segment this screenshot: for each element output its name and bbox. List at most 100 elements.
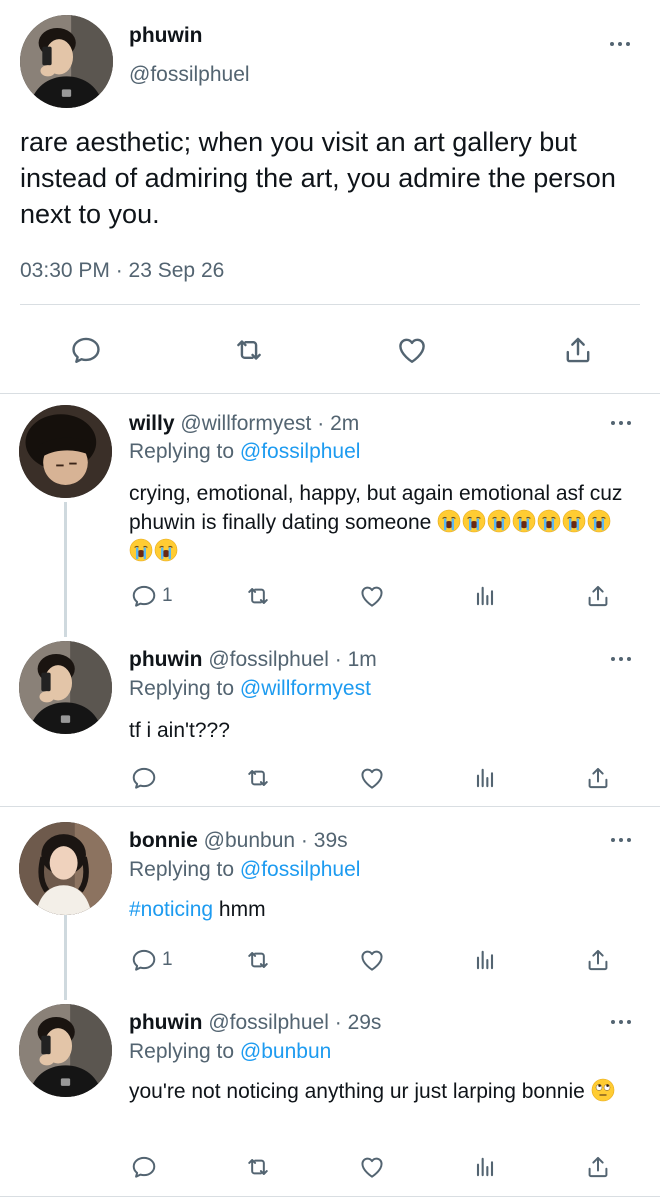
replying-to: Replying to @willformyest	[129, 677, 371, 701]
reply-header: phuwin @fossilphuel · 29s	[129, 1011, 381, 1035]
loudly-crying-face-emoji	[154, 538, 178, 562]
author-handle[interactable]: @fossilphuel	[129, 63, 250, 87]
author-name[interactable]: phuwin	[129, 24, 202, 48]
avatar[interactable]	[19, 822, 112, 915]
avatar[interactable]	[19, 641, 112, 734]
like-button[interactable]	[358, 1151, 386, 1183]
reply-icon	[130, 1153, 158, 1181]
reply-text: you're not noticing anything ur just lar…	[129, 1077, 634, 1106]
retweet-button[interactable]	[244, 944, 272, 976]
replying-to: Replying to @fossilphuel	[129, 440, 360, 464]
mention-link[interactable]: @willformyest	[240, 677, 371, 700]
reply-text-body: hmm	[213, 898, 266, 921]
author-handle[interactable]: @willformyest	[180, 412, 311, 435]
reply-button[interactable]	[130, 1151, 162, 1183]
reply-tweet[interactable]: willy @willformyest · 2m Replying to @fo…	[0, 405, 660, 617]
avatar[interactable]	[20, 15, 113, 108]
share-button[interactable]	[584, 1151, 612, 1183]
share-button[interactable]	[584, 580, 612, 612]
face-with-rolling-eyes-emoji	[591, 1078, 615, 1102]
replying-to-label: Replying to	[129, 858, 240, 881]
like-icon	[358, 1153, 386, 1181]
avatar[interactable]	[19, 405, 112, 498]
mention-link[interactable]: @fossilphuel	[240, 858, 361, 881]
separator-dot: ·	[334, 648, 342, 671]
reply-time[interactable]: 1m	[348, 648, 377, 671]
share-button[interactable]	[584, 944, 612, 976]
tweet-text: rare aesthetic; when you visit an art ga…	[20, 127, 616, 229]
stats-button[interactable]	[471, 1151, 499, 1183]
more-options-icon[interactable]	[608, 654, 634, 664]
stats-icon	[471, 946, 499, 974]
replying-to-label: Replying to	[129, 440, 240, 463]
retweet-button[interactable]	[244, 580, 272, 612]
reply-button[interactable]	[130, 762, 162, 794]
author-name[interactable]: bonnie	[129, 829, 198, 852]
author-name[interactable]: willy	[129, 412, 175, 435]
separator-dot: ·	[334, 1011, 342, 1034]
retweet-icon	[244, 1153, 272, 1181]
reply-tweet[interactable]: phuwin @fossilphuel · 29s Replying to @b…	[0, 1004, 660, 1191]
retweet-button[interactable]	[244, 762, 272, 794]
stats-button[interactable]	[471, 762, 499, 794]
more-options-icon[interactable]	[608, 1017, 634, 1027]
reply-time[interactable]: 39s	[314, 829, 348, 852]
retweet-button[interactable]	[244, 1151, 272, 1183]
share-icon	[584, 764, 612, 792]
like-icon	[358, 582, 386, 610]
loudly-crying-face-emoji	[562, 509, 586, 533]
author-name[interactable]: phuwin	[129, 1011, 202, 1034]
reply-button[interactable]: 1	[130, 580, 173, 612]
mention-link[interactable]: @bunbun	[240, 1040, 331, 1063]
loudly-crying-face-emoji	[512, 509, 536, 533]
reply-time[interactable]: 29s	[348, 1011, 382, 1034]
reply-header: willy @willformyest · 2m	[129, 412, 359, 436]
divider	[0, 393, 660, 394]
like-icon[interactable]	[392, 330, 432, 370]
replying-to: Replying to @fossilphuel	[129, 858, 360, 882]
reply-icon	[130, 582, 158, 610]
stats-icon	[471, 582, 499, 610]
reply-count: 1	[162, 585, 173, 606]
author-name[interactable]: phuwin	[129, 648, 202, 671]
like-button[interactable]	[358, 580, 386, 612]
hashtag-link[interactable]: #noticing	[129, 898, 213, 921]
loudly-crying-face-emoji	[587, 509, 611, 533]
author-handle[interactable]: @bunbun	[204, 829, 295, 852]
author-handle[interactable]: @fossilphuel	[208, 1011, 329, 1034]
retweet-icon[interactable]	[229, 330, 269, 370]
share-icon[interactable]	[558, 330, 598, 370]
tweet-timestamp[interactable]: 03:30 PM · 23 Sep 26	[20, 259, 224, 283]
more-options-icon[interactable]	[607, 39, 633, 49]
more-options-icon[interactable]	[608, 418, 634, 428]
share-button[interactable]	[584, 762, 612, 794]
reply-button[interactable]: 1	[130, 944, 173, 976]
like-button[interactable]	[358, 944, 386, 976]
stats-button[interactable]	[471, 944, 499, 976]
reply-icon	[130, 764, 158, 792]
avatar[interactable]	[19, 1004, 112, 1097]
replying-to: Replying to @bunbun	[129, 1040, 331, 1064]
reply-icon[interactable]	[66, 330, 106, 370]
divider	[0, 1196, 660, 1197]
reply-time[interactable]: 2m	[330, 412, 359, 435]
retweet-icon	[244, 582, 272, 610]
loudly-crying-face-emoji	[129, 538, 153, 562]
reply-icon	[130, 946, 158, 974]
replying-to-label: Replying to	[129, 1040, 240, 1063]
stats-button[interactable]	[471, 580, 499, 612]
reply-tweet[interactable]: bonnie @bunbun · 39s Replying to @fossil…	[0, 822, 660, 989]
reply-text-body: you're not noticing anything ur just lar…	[129, 1080, 585, 1103]
stats-icon	[471, 1153, 499, 1181]
share-icon	[584, 1153, 612, 1181]
mention-link[interactable]: @fossilphuel	[240, 440, 361, 463]
more-options-icon[interactable]	[608, 835, 634, 845]
separator-dot: ·	[317, 412, 325, 435]
author-handle[interactable]: @fossilphuel	[208, 648, 329, 671]
share-icon	[584, 582, 612, 610]
reply-text: tf i ain't???	[129, 719, 230, 742]
reply-tweet[interactable]: phuwin @fossilphuel · 1m Replying to @wi…	[0, 641, 660, 798]
like-button[interactable]	[358, 762, 386, 794]
share-icon	[584, 946, 612, 974]
retweet-icon	[244, 764, 272, 792]
